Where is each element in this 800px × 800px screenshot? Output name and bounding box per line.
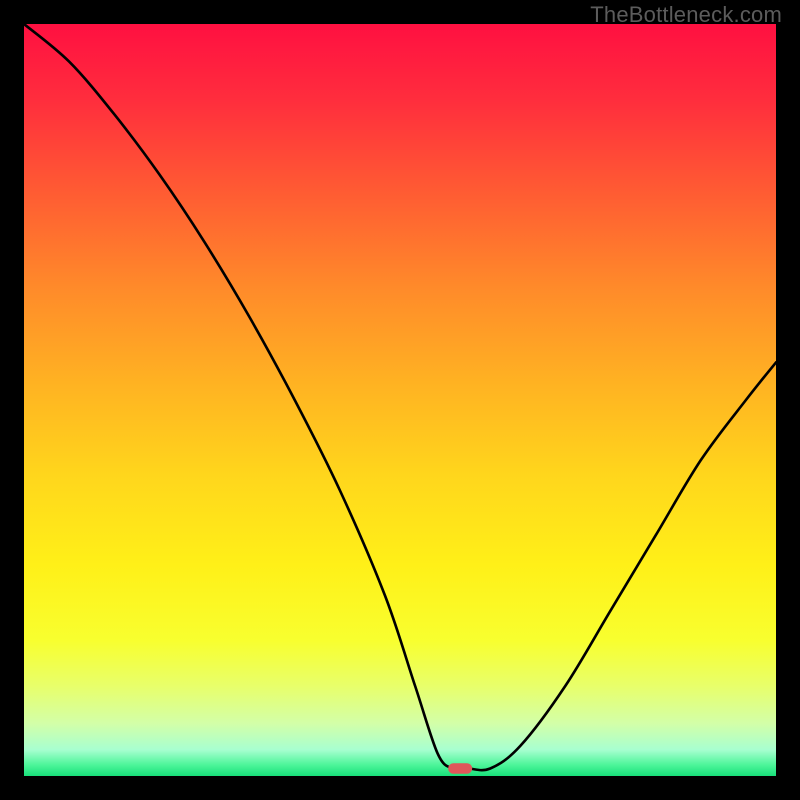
chart-frame: TheBottleneck.com: [0, 0, 800, 800]
optimum-marker: [448, 763, 472, 774]
watermark-text: TheBottleneck.com: [590, 2, 782, 28]
plot-area: [24, 24, 776, 776]
gradient-background: [24, 24, 776, 776]
chart-svg: [24, 24, 776, 776]
